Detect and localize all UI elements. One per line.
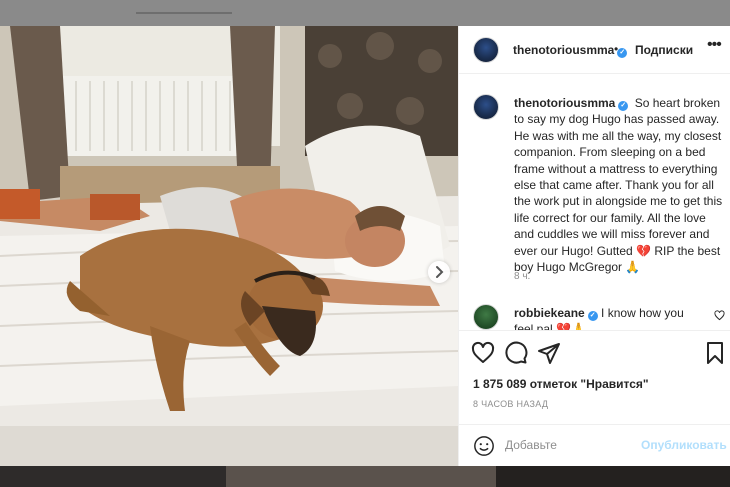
- likes-count[interactable]: 1 875 089 отметок "Нравится": [473, 377, 649, 391]
- more-options-icon[interactable]: •••: [707, 36, 722, 54]
- grid-thumbnails: [0, 466, 730, 487]
- thumbnail[interactable]: [226, 466, 496, 487]
- backdrop-line: [136, 12, 232, 14]
- comment-like-icon[interactable]: [714, 310, 725, 321]
- post-sidebar: thenotoriousmma ✓ • Подписки ••• thenotor…: [458, 26, 730, 466]
- caption-author-username[interactable]: thenotoriousmma ✓: [514, 96, 629, 111]
- caption-author-avatar[interactable]: [473, 94, 499, 120]
- post-timestamp[interactable]: 8 ЧАСОВ НАЗАД: [473, 399, 548, 409]
- publish-button[interactable]: Опубликовать: [641, 438, 727, 452]
- separator-dot: •: [614, 42, 619, 56]
- next-photo-button[interactable]: [428, 261, 450, 283]
- verified-icon: ✓: [617, 48, 628, 58]
- comment-input[interactable]: Добавьте: [505, 438, 557, 452]
- share-icon[interactable]: [537, 341, 561, 365]
- thumbnail[interactable]: [0, 466, 226, 487]
- caption-text: thenotoriousmma ✓ So heart broken to say …: [514, 95, 724, 275]
- comments-area: thenotoriousmma ✓ So heart broken to say …: [459, 74, 730, 330]
- post-header: thenotoriousmma ✓ • Подписки •••: [459, 26, 730, 74]
- post-actions: [459, 330, 730, 370]
- add-comment-bar: Добавьте Опубликовать: [459, 424, 730, 466]
- verified-icon: ✓: [618, 101, 629, 111]
- author-username[interactable]: thenotoriousmma ✓: [513, 43, 628, 58]
- caption-time[interactable]: 8 ч.: [514, 271, 530, 282]
- backdrop-top: [0, 0, 730, 26]
- author-avatar[interactable]: [473, 37, 499, 63]
- emoji-icon[interactable]: [473, 435, 495, 457]
- comment-text: robbiekeane ✓ I know how you feel pal 💔🙏: [514, 305, 704, 330]
- chevron-right-icon: [436, 266, 444, 278]
- commenter-username[interactable]: robbiekeane ✓: [514, 306, 598, 321]
- bookmark-icon[interactable]: [703, 341, 727, 365]
- following-button[interactable]: Подписки: [635, 43, 693, 57]
- photo-image: [0, 26, 458, 466]
- comment-icon[interactable]: [504, 341, 528, 365]
- thumbnail[interactable]: [496, 466, 730, 487]
- caption-body: So heart broken to say my dog Hugo has p…: [514, 96, 723, 275]
- post-photo[interactable]: [0, 26, 458, 466]
- heart-icon[interactable]: [471, 341, 495, 365]
- verified-icon: ✓: [587, 311, 598, 321]
- commenter-avatar[interactable]: [473, 304, 499, 330]
